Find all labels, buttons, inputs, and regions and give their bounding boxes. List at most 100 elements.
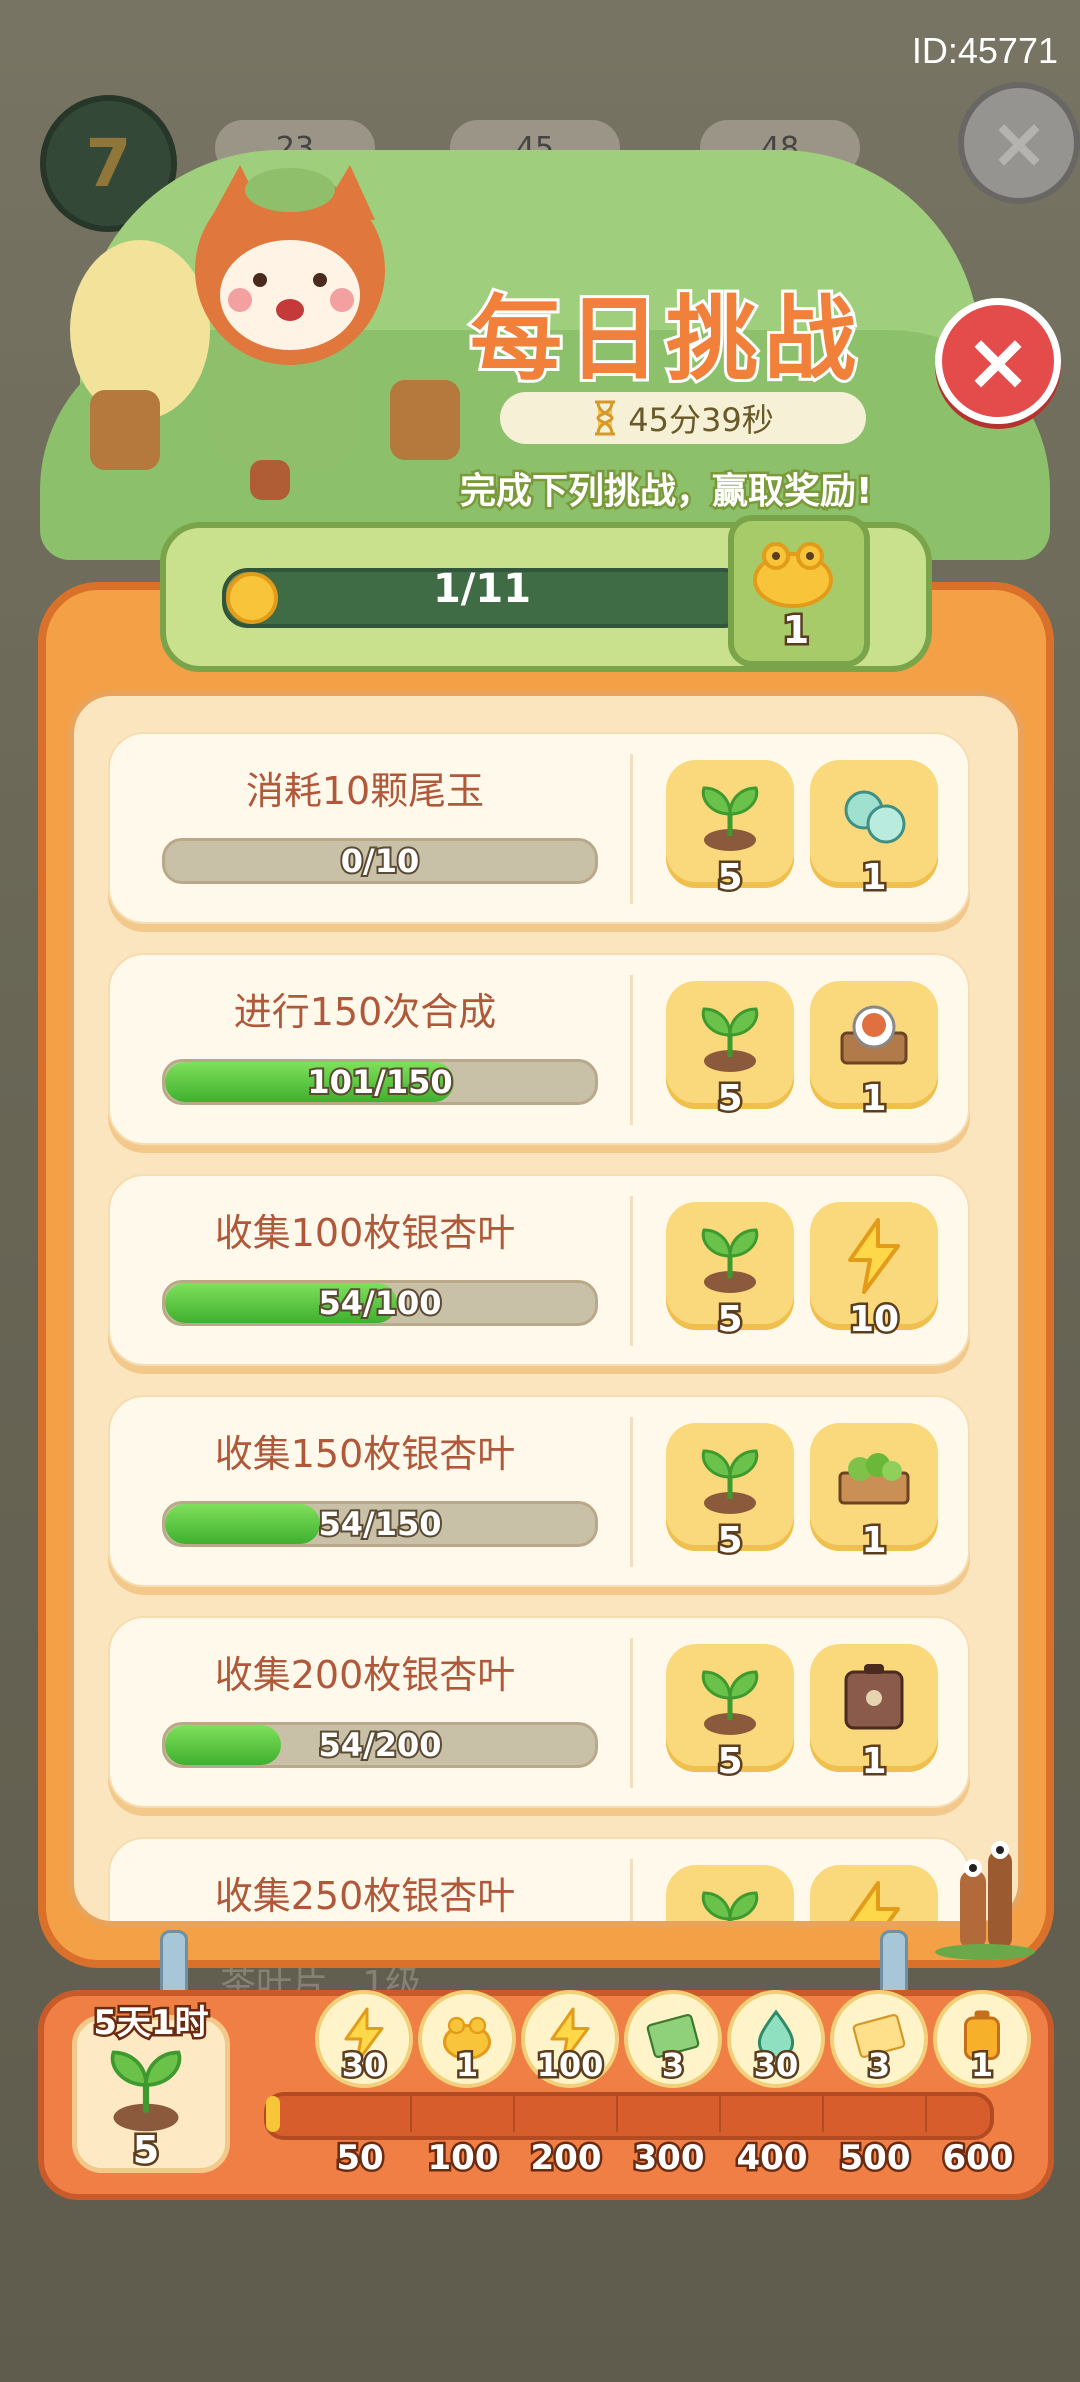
challenge-title: 收集200枚银杏叶 xyxy=(214,1653,516,1697)
challenge-progress-text: 54/150 xyxy=(316,1504,443,1544)
milestone-tick xyxy=(616,2096,618,2132)
challenge-reward-slot[interactable]: 1 xyxy=(810,1423,938,1564)
challenge-reward-slot[interactable]: 10 xyxy=(810,1202,938,1343)
tail-orb-icon xyxy=(834,774,914,854)
challenge-reward-slot[interactable]: 5 xyxy=(666,1423,794,1564)
milestone-tick xyxy=(410,2096,412,2132)
challenge-title: 收集100枚银杏叶 xyxy=(214,1211,516,1255)
challenge-reward-slot[interactable]: 5 xyxy=(666,760,794,901)
row-divider xyxy=(630,1196,633,1346)
challenge-reward-slot[interactable]: 5 xyxy=(666,981,794,1122)
golden-frog-icon xyxy=(753,542,833,608)
milestone-reward-count: 1 xyxy=(968,2044,995,2087)
challenge-row: 进行150次合成 101/150 5 1 xyxy=(108,953,970,1145)
event-timer: 5天1时 xyxy=(91,2001,211,2046)
milestone-reward-count: 3 xyxy=(659,2044,686,2087)
challenge-row: 消耗10颗尾玉 0/10 5 1 xyxy=(108,732,970,924)
milestone-threshold: 500 xyxy=(837,2136,913,2181)
milestone-reward[interactable]: 1 xyxy=(933,1990,1031,2088)
close-icon: × xyxy=(964,314,1032,408)
challenge-reward-slot[interactable]: 1 xyxy=(810,760,938,901)
challenge-progress-text: 101/150 xyxy=(305,1062,454,1102)
reward-count: 10 xyxy=(846,1297,901,1343)
milestone-track-fill xyxy=(266,2096,280,2132)
lightning-icon xyxy=(834,1879,914,1921)
reward-count: 5 xyxy=(715,1518,745,1564)
sprout-icon xyxy=(690,1437,770,1517)
food-tray-icon xyxy=(834,995,914,1075)
sprout-icon xyxy=(110,2050,182,2132)
challenge-title: 收集250枚银杏叶 xyxy=(214,1874,516,1918)
milestone-threshold: 400 xyxy=(734,2136,810,2181)
red-panda-mascot-icon xyxy=(70,165,460,500)
challenge-row: 收集200枚银杏叶 54/200 5 1 xyxy=(108,1616,970,1808)
challenge-reward-slot[interactable] xyxy=(666,1865,794,1921)
milestone-tick xyxy=(719,2096,721,2132)
milestone-threshold: 100 xyxy=(425,2136,501,2181)
challenge-reward-slot[interactable]: 5 xyxy=(666,1644,794,1785)
event-main-reward-count: 5 xyxy=(130,2126,161,2175)
challenge-reward-slot[interactable]: 1 xyxy=(810,981,938,1122)
snail-decoration-icon xyxy=(935,1841,1035,1960)
milestone-threshold: 200 xyxy=(528,2136,604,2181)
milestone-track xyxy=(264,2092,994,2140)
milestone-reward[interactable]: 3 xyxy=(830,1990,928,2088)
challenge-progress-text: 0/10 xyxy=(339,841,421,881)
reward-count: 5 xyxy=(715,1076,745,1122)
milestone-reward[interactable]: 30 xyxy=(315,1990,413,2088)
challenge-list-panel[interactable]: 消耗10颗尾玉 0/10 5 1 进行150次合成 101/150 5 1 收集100枚银杏叶 5… xyxy=(68,690,1024,1927)
milestone-reward-count: 30 xyxy=(751,2044,801,2087)
challenge-title: 收集150枚银杏叶 xyxy=(214,1432,516,1476)
challenge-reward-slot[interactable]: 1 xyxy=(810,1644,938,1785)
milestone-reward[interactable]: 3 xyxy=(624,1990,722,2088)
reward-count: 1 xyxy=(859,1518,889,1564)
milestone-reward-count: 3 xyxy=(865,2044,892,2087)
milestone-reward[interactable]: 100 xyxy=(521,1990,619,2088)
challenge-progress-bar: 54/100 xyxy=(162,1280,598,1326)
countdown-timer-text: 45分39秒 xyxy=(628,401,774,439)
lightning-icon xyxy=(834,1216,914,1296)
challenge-reward-slot[interactable]: 5 xyxy=(666,1202,794,1343)
reward-count: 5 xyxy=(715,1739,745,1785)
countdown-timer: 45分39秒 xyxy=(500,392,866,444)
milestone-threshold: 300 xyxy=(631,2136,707,2181)
veggie-crate-icon xyxy=(834,1437,914,1517)
row-divider xyxy=(630,1638,633,1788)
sprout-icon xyxy=(690,995,770,1075)
challenge-list: 消耗10颗尾玉 0/10 5 1 进行150次合成 101/150 5 1 收集100枚银杏叶 5… xyxy=(108,732,970,1921)
challenge-title: 消耗10颗尾玉 xyxy=(245,769,485,813)
challenge-progress-bar: 54/200 xyxy=(162,1722,598,1768)
row-divider xyxy=(630,975,633,1125)
user-id-label: ID:45771 xyxy=(911,30,1058,71)
milestone-reward-count: 30 xyxy=(339,2044,389,2087)
close-button[interactable]: × xyxy=(935,298,1061,424)
row-divider xyxy=(630,1417,633,1567)
challenge-progress-text: 54/100 xyxy=(316,1283,443,1323)
row-divider xyxy=(630,1859,633,1921)
reward-count: 1 xyxy=(859,1076,889,1122)
milestone-reward[interactable]: 30 xyxy=(727,1990,825,2088)
challenge-row: 收集150枚银杏叶 54/150 5 1 xyxy=(108,1395,970,1587)
sprout-icon xyxy=(690,774,770,854)
sprout-icon xyxy=(690,1216,770,1296)
milestone-reward-count: 1 xyxy=(453,2044,480,2087)
reward-count: 1 xyxy=(859,855,889,901)
dialog-subtitle: 完成下列挑战，赢取奖励! xyxy=(457,469,874,515)
challenge-reward-slot[interactable] xyxy=(810,1865,938,1921)
reward-count: 1 xyxy=(859,1739,889,1785)
milestone-tick xyxy=(513,2096,515,2132)
overall-reward-count: 1 xyxy=(780,606,811,655)
overall-progress-text: 1/11 xyxy=(432,566,532,612)
milestone-tick xyxy=(925,2096,927,2132)
treasure-chest-icon xyxy=(834,1658,914,1738)
challenge-progress-bar: 54/150 xyxy=(162,1501,598,1547)
dialog-title: 每日挑战 xyxy=(467,283,863,396)
sprout-icon xyxy=(690,1658,770,1738)
challenge-progress-bar: 101/150 xyxy=(162,1059,598,1105)
hourglass-icon xyxy=(595,400,616,436)
milestone-threshold: 600 xyxy=(940,2136,1016,2181)
challenge-row: 收集250枚银杏叶 xyxy=(108,1837,970,1921)
milestone-reward-count: 100 xyxy=(534,2044,606,2087)
row-divider xyxy=(630,754,633,904)
milestone-reward[interactable]: 1 xyxy=(418,1990,516,2088)
